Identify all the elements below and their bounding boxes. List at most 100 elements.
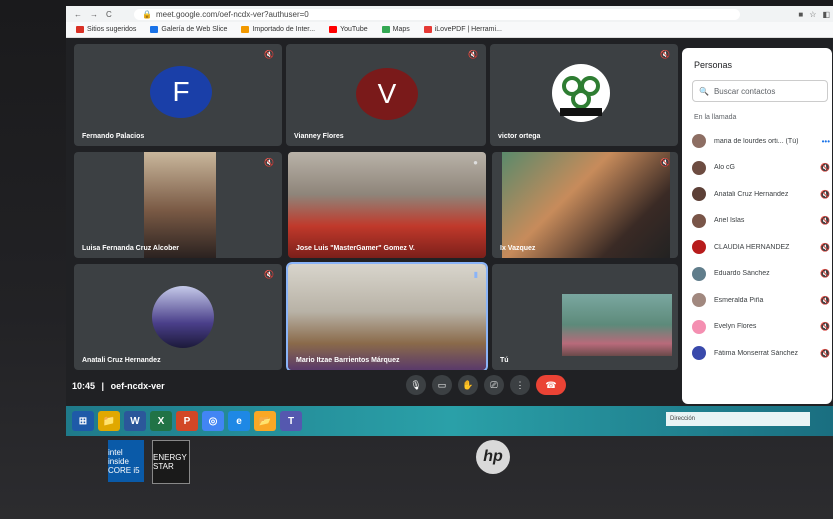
participant-row[interactable]: Evelyn Flores 🔇 <box>692 314 830 341</box>
taskbar-address-field[interactable]: Dirección <box>666 412 810 426</box>
participant-name: Ix Vazquez <box>500 245 536 252</box>
bookmark-item[interactable]: YouTube <box>329 26 368 33</box>
mic-off-icon[interactable]: 🔇 <box>820 349 830 358</box>
video-feed <box>288 152 486 258</box>
hp-logo: hp <box>476 440 510 474</box>
participant-name: Ariel Islas <box>714 217 745 225</box>
taskbar-app-icon[interactable]: 📂 <box>254 411 276 431</box>
forward-icon[interactable]: → <box>90 10 98 19</box>
bookmark-item[interactable]: Maps <box>381 26 410 33</box>
participant-list: maria de lourdes orti... (Tú) ••• Alo cG 🔇 A… <box>692 128 830 367</box>
taskbar-app-icon[interactable]: P <box>176 411 198 431</box>
participant-name: CLAUDIA HERNANDEZ <box>714 243 790 251</box>
panel-title: Personas <box>694 60 733 70</box>
browser-tools: ■ ☆ ◧ <box>740 10 833 19</box>
camera-icon[interactable]: ■ <box>798 10 803 19</box>
participant-row[interactable]: Fátima Monserrat Sánchez 🔇 <box>692 340 830 367</box>
participant-row[interactable]: Anatali Cruz Hernandez 🔇 <box>692 181 830 208</box>
bookmark-label: Galería de Web Slice <box>161 26 228 33</box>
participant-name: Anatali Cruz Hernandez <box>82 357 161 364</box>
bookmark-icon <box>329 26 338 33</box>
video-feed <box>502 152 670 258</box>
taskbar-app-icon[interactable]: X <box>150 411 172 431</box>
mic-off-icon[interactable]: 🔇 <box>820 322 830 331</box>
participant-name: Mario Itzae Barrientos Márquez <box>296 357 400 364</box>
meeting-info: 10:45 | oef-ncdx-ver <box>72 381 165 391</box>
screen: ← → C 🔒 meet.google.com/oef-ncdx-ver?aut… <box>66 6 833 436</box>
camera-button[interactable]: ▭ <box>432 375 452 395</box>
participant-name: Alo cG <box>714 164 736 172</box>
people-panel: Personas 🔍 Buscar contactos En la llamad… <box>682 48 832 404</box>
bookmark-item[interactable]: iLovePDF | Herrami... <box>423 26 502 33</box>
leave-call-button[interactable]: ☎ <box>536 375 566 395</box>
taskbar-app-icon[interactable]: 📁 <box>98 411 120 431</box>
bezel-stickers: intel inside CORE i5 ENERGY STAR <box>108 440 190 484</box>
hand-icon: ✋ <box>462 379 474 390</box>
avatar <box>692 187 706 202</box>
bookmark-label: Sitios sugeridos <box>87 26 137 33</box>
participant-tile[interactable]: V 🔇 Vianney Flores <box>286 44 486 146</box>
bookmark-icon <box>423 26 432 33</box>
video-icon: ▭ <box>437 379 447 390</box>
avatar <box>692 134 706 149</box>
logo-icon <box>552 64 610 122</box>
participant-tile[interactable]: 🔇 Luisa Fernanda Cruz Alcober <box>74 152 282 258</box>
participant-row[interactable]: Alo cG 🔇 <box>692 155 830 182</box>
participant-name: Eduardo Sánchez <box>714 270 770 278</box>
more-icon[interactable]: ••• <box>822 137 830 146</box>
bookmark-item[interactable]: Importado de Inter... <box>241 26 315 33</box>
separator: | <box>101 381 105 391</box>
bookmark-label: iLovePDF | Herrami... <box>434 26 502 33</box>
participant-name: Fátima Monserrat Sánchez <box>714 349 799 357</box>
participant-tile[interactable]: Tú <box>492 264 678 370</box>
mic-off-icon[interactable]: 🔇 <box>820 216 830 225</box>
windows-taskbar: ⊞ 📁 W X P ◎ e 📂 T Dirección <box>66 406 833 436</box>
url-field[interactable]: 🔒 meet.google.com/oef-ncdx-ver?authuser=… <box>134 8 740 20</box>
participant-row[interactable]: CLAUDIA HERNANDEZ 🔇 <box>692 234 830 261</box>
mic-off-icon[interactable]: 🔇 <box>820 269 830 278</box>
video-feed <box>288 264 486 370</box>
bookmark-item[interactable]: Galería de Web Slice <box>150 26 227 33</box>
participant-row[interactable]: Esmeralda Piña 🔇 <box>692 287 830 314</box>
reload-icon[interactable]: C <box>106 10 112 19</box>
avatar <box>152 286 214 348</box>
taskbar-app-icon[interactable]: W <box>124 411 146 431</box>
more-options-button[interactable]: ⋮ <box>510 375 530 395</box>
lock-icon: 🔒 <box>142 9 152 19</box>
mic-off-icon[interactable]: 🔇 <box>820 163 830 172</box>
avatar: V <box>356 68 418 120</box>
participant-name: Esmeralda Piña <box>714 296 764 304</box>
mic-button[interactable]: 🎙 <box>406 375 426 395</box>
participant-row[interactable]: Ariel Islas 🔇 <box>692 208 830 235</box>
back-icon[interactable]: ← <box>74 10 82 19</box>
raise-hand-button[interactable]: ✋ <box>458 375 478 395</box>
bookmark-item[interactable]: Sitios sugeridos <box>76 26 136 33</box>
participant-tile[interactable]: 🔇 Ix Vazquez <box>492 152 678 258</box>
star-icon[interactable]: ☆ <box>809 10 816 19</box>
participant-tile[interactable]: ● Jose Luis "MasterGamer" Gomez V. <box>288 152 486 258</box>
search-contacts-input[interactable]: 🔍 Buscar contactos <box>692 80 828 102</box>
mic-off-icon: 🔇 <box>264 158 274 167</box>
participant-tile[interactable]: F 🔇 Fernando Palacios <box>74 44 282 146</box>
participant-row[interactable]: maria de lourdes orti... (Tú) ••• <box>692 128 830 155</box>
microphone-icon: 🎙 <box>410 379 422 390</box>
mic-off-icon[interactable]: 🔇 <box>820 243 830 252</box>
taskbar-app-icon[interactable]: e <box>228 411 250 431</box>
participant-row[interactable]: Eduardo Sánchez 🔇 <box>692 261 830 288</box>
avatar: F <box>150 66 212 118</box>
participant-tile[interactable]: 🔇 Anatali Cruz Hernandez <box>74 264 282 370</box>
call-controls: 🎙 ▭ ✋ ⎚ ⋮ ☎ <box>406 375 566 395</box>
avatar <box>692 266 706 281</box>
mic-off-icon[interactable]: 🔇 <box>820 296 830 305</box>
taskbar-app-icon[interactable]: ◎ <box>202 411 224 431</box>
participant-name: Tú <box>500 357 509 364</box>
mic-off-icon[interactable]: 🔇 <box>820 190 830 199</box>
participant-tile-active[interactable]: ▮ Mario Itzae Barrientos Márquez <box>286 262 488 372</box>
participant-name: maria de lourdes orti... (Tú) <box>714 137 799 145</box>
present-button[interactable]: ⎚ <box>484 375 504 395</box>
participant-tile[interactable]: 🔇 victor ortega <box>490 44 678 146</box>
taskbar-app-icon[interactable]: ⊞ <box>72 411 94 431</box>
avatar <box>692 346 706 361</box>
taskbar-app-icon[interactable]: T <box>280 411 302 431</box>
extensions-icon[interactable]: ◧ <box>822 10 830 19</box>
